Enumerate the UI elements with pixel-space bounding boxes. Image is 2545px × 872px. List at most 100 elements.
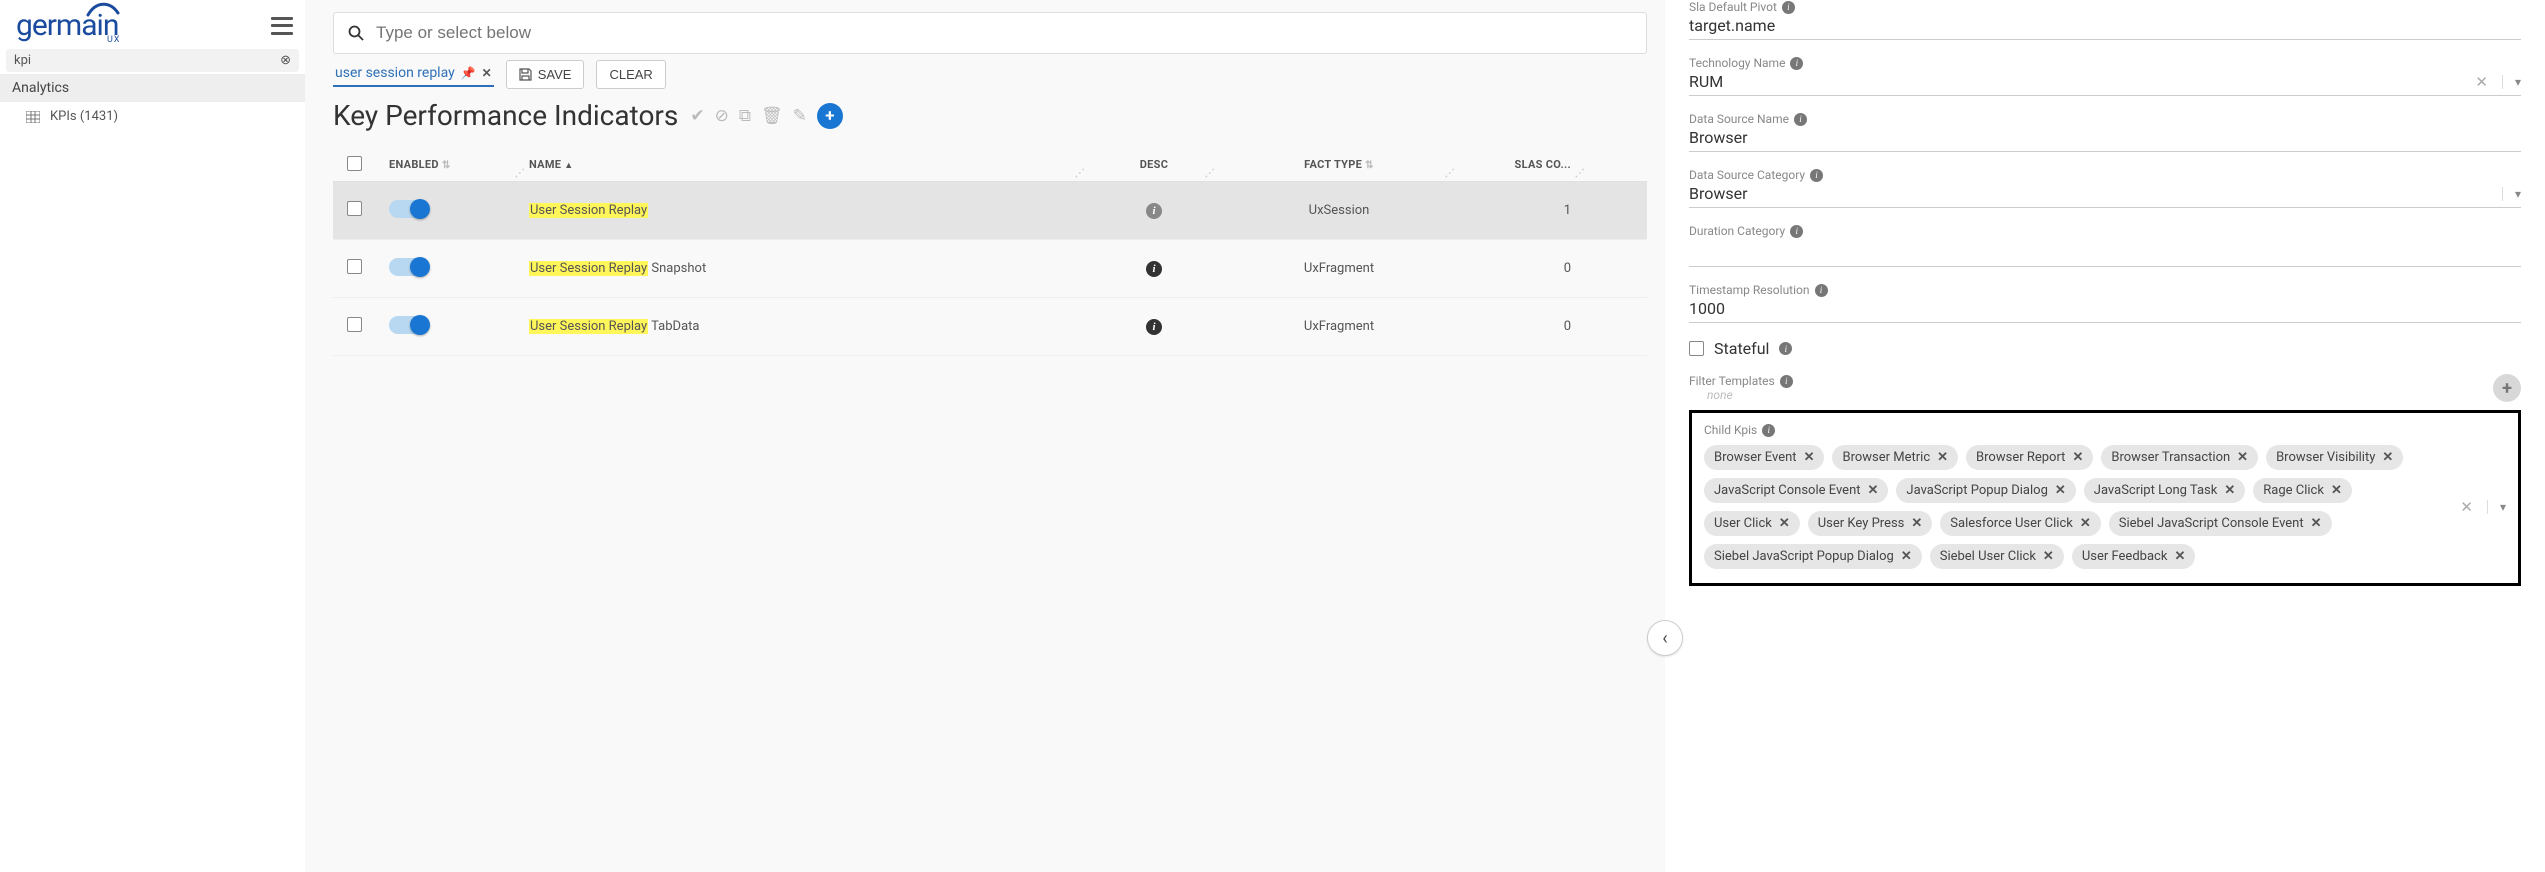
timestamp-resolution-value[interactable]: 1000 xyxy=(1689,299,1725,318)
disable-icon[interactable]: ⊘ xyxy=(715,106,729,126)
global-search[interactable] xyxy=(333,12,1647,54)
stateful-checkbox[interactable] xyxy=(1689,341,1704,356)
info-icon[interactable]: i xyxy=(1790,57,1803,70)
col-resize-handle[interactable]: ⋰ xyxy=(515,168,525,179)
enabled-toggle[interactable] xyxy=(389,258,429,276)
child-kpi-chip[interactable]: User Key Press✕ xyxy=(1808,511,1933,536)
left-filter-input[interactable]: kpi ⊗ xyxy=(6,49,299,72)
clear-button[interactable]: CLEAR xyxy=(596,60,665,89)
row-name: User Session Replay TabData xyxy=(529,319,699,334)
remove-chip-icon[interactable]: ✕ xyxy=(1901,549,1912,564)
info-icon[interactable]: i xyxy=(1779,342,1792,355)
child-kpi-chip[interactable]: Browser Transaction✕ xyxy=(2101,445,2258,470)
row-checkbox[interactable] xyxy=(347,259,362,274)
child-kpi-chip[interactable]: Browser Event✕ xyxy=(1704,445,1824,470)
info-icon[interactable]: i xyxy=(1794,113,1807,126)
remove-chip-icon[interactable]: ✕ xyxy=(1911,516,1922,531)
enabled-toggle[interactable] xyxy=(389,200,429,218)
col-desc[interactable]: DESC⋰ xyxy=(1089,158,1219,171)
info-icon[interactable]: i xyxy=(1146,319,1162,335)
child-kpi-chip[interactable]: Browser Metric✕ xyxy=(1832,445,1958,470)
col-name[interactable]: NAME▲⋰ xyxy=(529,158,1089,171)
chevron-down-icon[interactable]: ▾ xyxy=(2502,75,2521,89)
info-icon[interactable]: i xyxy=(1780,375,1793,388)
copy-icon[interactable]: ⧉ xyxy=(739,106,751,126)
remove-chip-icon[interactable]: ✕ xyxy=(1779,516,1790,531)
child-kpi-chip[interactable]: Salesforce User Click✕ xyxy=(1940,511,2100,536)
col-resize-handle[interactable]: ⋰ xyxy=(1075,168,1085,179)
remove-chip-icon[interactable]: ✕ xyxy=(2080,516,2091,531)
row-checkbox[interactable] xyxy=(347,201,362,216)
info-icon[interactable]: i xyxy=(1146,203,1162,219)
save-button[interactable]: SAVE xyxy=(506,60,585,89)
child-kpi-chip[interactable]: Siebel JavaScript Console Event✕ xyxy=(2109,511,2332,536)
remove-chip-icon[interactable]: ✕ xyxy=(1937,450,1948,465)
child-kpi-chip[interactable]: JavaScript Console Event✕ xyxy=(1704,478,1888,503)
close-icon[interactable]: ✕ xyxy=(482,66,492,80)
filter-tag[interactable]: user session replay 📌 ✕ xyxy=(333,63,494,87)
remove-chip-icon[interactable]: ✕ xyxy=(1804,450,1815,465)
field-label: Filter Templatesi xyxy=(1689,374,1793,388)
row-checkbox[interactable] xyxy=(347,317,362,332)
info-icon[interactable]: i xyxy=(1810,169,1823,182)
remove-chip-icon[interactable]: ✕ xyxy=(2043,549,2054,564)
child-kpi-chip[interactable]: Siebel User Click✕ xyxy=(1930,544,2064,569)
child-kpi-chip[interactable]: Rage Click✕ xyxy=(2253,478,2352,503)
sla-default-pivot-value[interactable]: target.name xyxy=(1689,16,1775,35)
clear-filter-icon[interactable]: ⊗ xyxy=(280,53,291,68)
search-input[interactable] xyxy=(376,23,1632,43)
child-kpi-chip[interactable]: User Click✕ xyxy=(1704,511,1800,536)
clear-all-child-kpis-icon[interactable]: ✕ xyxy=(2460,498,2473,516)
info-icon[interactable]: i xyxy=(1790,225,1803,238)
add-button[interactable]: + xyxy=(817,103,843,129)
data-source-category-select[interactable]: Browser xyxy=(1689,184,1748,203)
info-icon[interactable]: i xyxy=(1782,1,1795,14)
info-icon[interactable]: i xyxy=(1146,261,1162,277)
remove-chip-icon[interactable]: ✕ xyxy=(2237,450,2248,465)
child-kpi-chip[interactable]: Browser Report✕ xyxy=(1966,445,2093,470)
info-icon[interactable]: i xyxy=(1762,424,1775,437)
col-resize-handle[interactable]: ⋰ xyxy=(1575,168,1585,179)
table-row[interactable]: User Session Replay TabDataiUxFragment0 xyxy=(333,298,1647,356)
sidebar-item-kpis[interactable]: KPIs (1431) xyxy=(0,102,305,131)
child-kpi-chip[interactable]: Browser Visibility✕ xyxy=(2266,445,2403,470)
approve-icon[interactable]: ✔ xyxy=(690,106,704,126)
edit-icon[interactable]: ✎ xyxy=(793,106,807,126)
info-icon[interactable]: i xyxy=(1815,284,1828,297)
child-kpi-chip[interactable]: JavaScript Long Task✕ xyxy=(2084,478,2245,503)
remove-chip-icon[interactable]: ✕ xyxy=(2055,483,2066,498)
collapse-panel-icon[interactable]: ‹ xyxy=(1647,620,1683,656)
technology-name-select[interactable]: RUM xyxy=(1689,72,1723,91)
row-slas: 1 xyxy=(1459,203,1589,218)
remove-chip-icon[interactable]: ✕ xyxy=(2382,450,2393,465)
data-source-name-value[interactable]: Browser xyxy=(1689,128,1748,147)
remove-chip-icon[interactable]: ✕ xyxy=(2311,516,2322,531)
hamburger-icon[interactable] xyxy=(271,17,293,35)
clear-icon[interactable]: ✕ xyxy=(2475,73,2488,91)
col-resize-handle[interactable]: ⋰ xyxy=(1205,168,1215,179)
col-resize-handle[interactable]: ⋰ xyxy=(1445,168,1455,179)
delete-icon[interactable]: 🗑 xyxy=(761,106,783,126)
child-kpi-chip[interactable]: Siebel JavaScript Popup Dialog✕ xyxy=(1704,544,1922,569)
col-fact-type[interactable]: FACT TYPE⇅⋰ xyxy=(1219,158,1459,171)
remove-chip-icon[interactable]: ✕ xyxy=(2331,483,2342,498)
remove-chip-icon[interactable]: ✕ xyxy=(1868,483,1879,498)
remove-chip-icon[interactable]: ✕ xyxy=(2072,450,2083,465)
child-kpi-chip[interactable]: User Feedback✕ xyxy=(2072,544,2196,569)
remove-chip-icon[interactable]: ✕ xyxy=(2174,549,2185,564)
chevron-down-icon[interactable]: ▾ xyxy=(2487,500,2506,514)
child-kpis-section: Child Kpisi Browser Event✕Browser Metric… xyxy=(1689,410,2521,586)
add-filter-template-button[interactable]: + xyxy=(2493,374,2521,402)
child-kpi-chip[interactable]: JavaScript Popup Dialog✕ xyxy=(1896,478,2075,503)
enabled-toggle[interactable] xyxy=(389,316,429,334)
sidebar-section-analytics[interactable]: Analytics xyxy=(0,74,305,102)
select-all-checkbox[interactable] xyxy=(347,156,362,171)
chevron-down-icon[interactable]: ▾ xyxy=(2502,187,2521,201)
remove-chip-icon[interactable]: ✕ xyxy=(2224,483,2235,498)
pin-icon[interactable]: 📌 xyxy=(461,66,476,80)
col-slas[interactable]: SLAS CO...⋰ xyxy=(1459,158,1589,171)
table-row[interactable]: User Session Replay SnapshotiUxFragment0 xyxy=(333,240,1647,298)
col-enabled[interactable]: ENABLED⇅⋰ xyxy=(389,158,529,171)
table-row[interactable]: User Session ReplayiUxSession1 xyxy=(333,182,1647,240)
save-icon xyxy=(519,68,532,81)
